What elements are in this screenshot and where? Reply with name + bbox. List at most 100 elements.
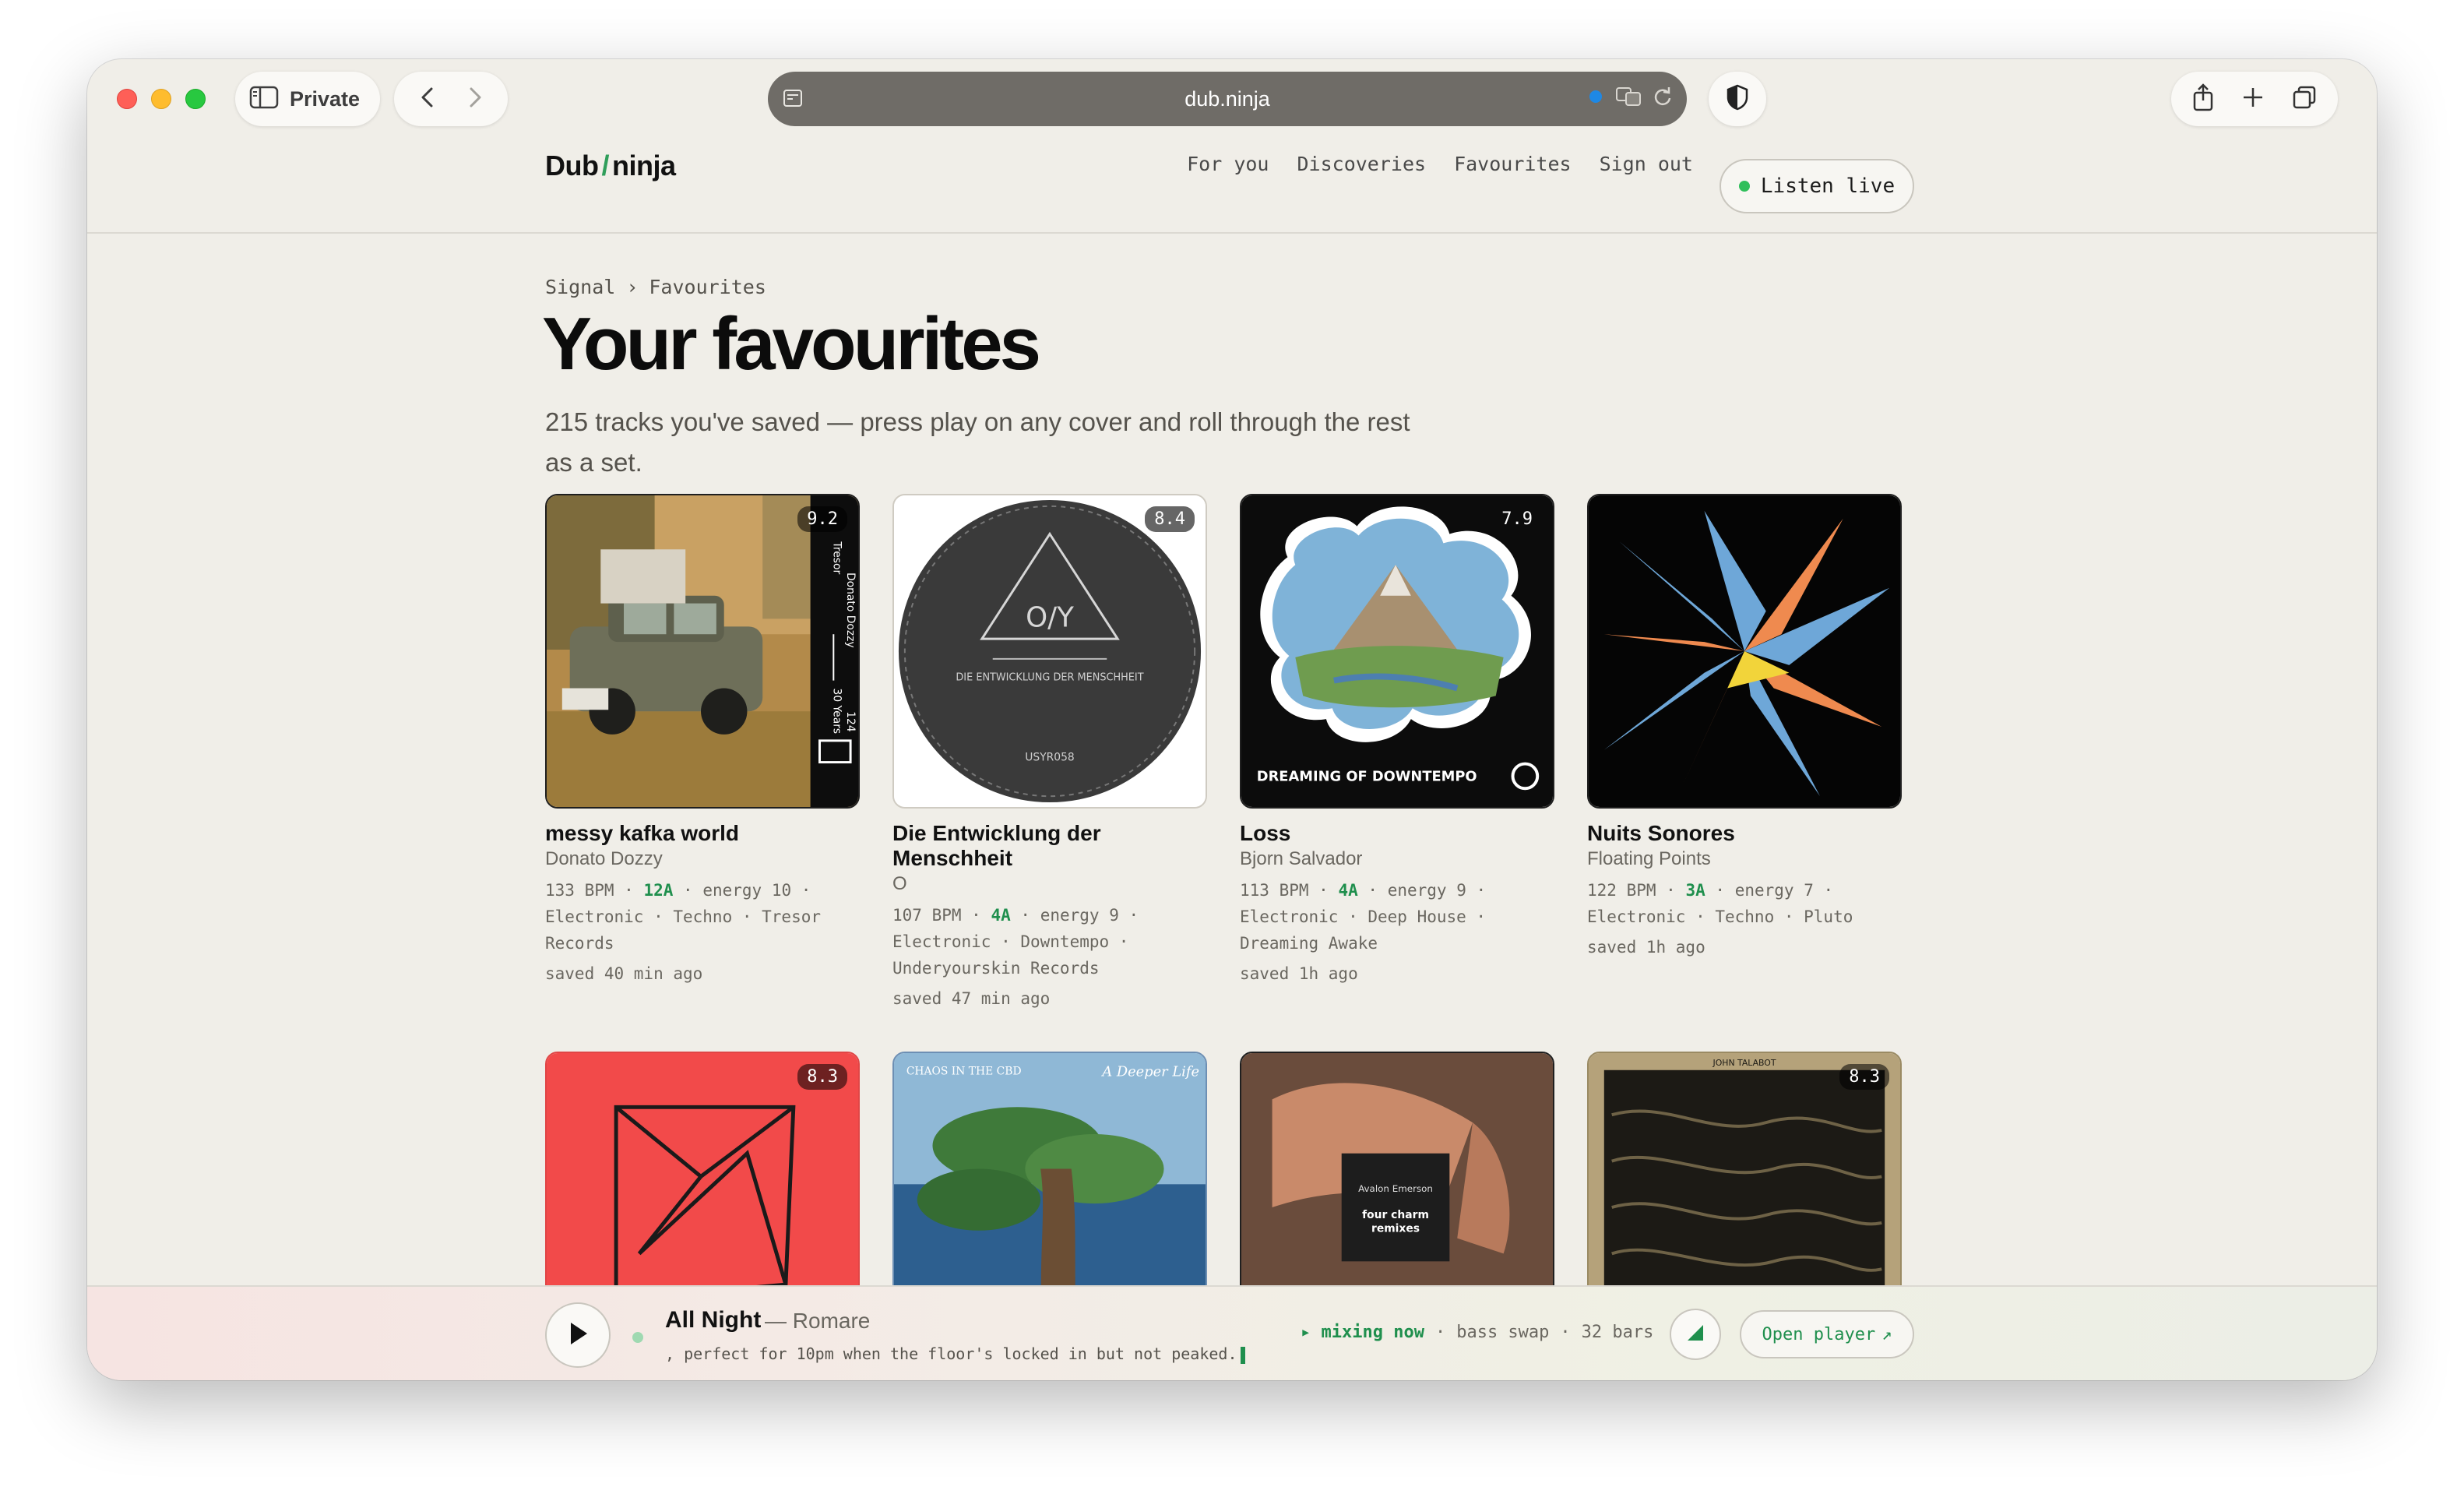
track-artist[interactable]: Floating Points (1587, 847, 1902, 871)
track-bpm: 133 BPM (545, 881, 614, 900)
track-energy: energy 10 (702, 881, 792, 900)
play-button[interactable] (545, 1302, 611, 1368)
logo-word-dub: Dub (545, 150, 599, 181)
svg-text:Donato Dozzy: Donato Dozzy (844, 573, 857, 648)
back-icon[interactable] (419, 86, 436, 113)
address-bar-icons (1587, 86, 1673, 111)
svg-text:A Deeper Life: A Deeper Life (1100, 1064, 1199, 1080)
listen-live-button[interactable]: Listen live (1720, 159, 1914, 213)
track-bpm: 107 BPM (892, 906, 962, 925)
browser-window: Private dub.ninja Dub / ninja For you Di… (87, 59, 2377, 1380)
nav-discoveries[interactable]: Discoveries (1297, 153, 1426, 175)
track-energy: energy 7 (1734, 881, 1814, 900)
track-energy: energy 9 (1387, 881, 1466, 900)
tab-overview-icon[interactable] (2292, 85, 2317, 114)
track-meta: 107 BPM · 4A · energy 9 · Electronic · D… (892, 906, 1139, 978)
signal-icon (1684, 1322, 1706, 1348)
track-title[interactable]: Loss (1240, 821, 1554, 846)
breadcrumb: Signal › Favourites (545, 276, 766, 298)
breadcrumb-signal[interactable]: Signal (545, 276, 615, 298)
track-bpm: 122 BPM (1587, 881, 1656, 900)
track-bpm: 113 BPM (1240, 881, 1309, 900)
mix-separator: · (1560, 1323, 1571, 1342)
track-saved-time: saved 1h ago (1240, 964, 1358, 983)
open-player-label: Open player (1762, 1324, 1876, 1344)
url-text: dub.ninja (1184, 86, 1270, 111)
sidebar-toggle-button[interactable]: Private (235, 72, 380, 126)
track-title[interactable]: Die Entwicklung der Menschheit (892, 821, 1207, 871)
play-icon (566, 1320, 590, 1351)
minimize-window-button[interactable] (151, 89, 171, 109)
now-playing-title[interactable]: All Night (665, 1307, 761, 1334)
track-card[interactable]: DREAMING OF DOWNTEMPO 7.9 Loss Bjorn Sal… (1240, 494, 1554, 983)
main-nav: For you Discoveries Favourites Sign out (1187, 153, 1693, 175)
listen-live-label: Listen live (1760, 174, 1896, 198)
cover-art-vinyl: O/Y DIE ENTWICKLUNG DER MENSCHHEIT USYR0… (894, 495, 1206, 807)
track-card[interactable]: Tresor Donato Dozzy 30 Years 124 9.2 mes… (545, 494, 860, 983)
track-artist[interactable]: O (892, 872, 1207, 896)
site-logo[interactable]: Dub / ninja (545, 150, 676, 182)
private-label: Private (290, 86, 361, 111)
track-genres: Electronic · Techno · Pluto (1587, 907, 1853, 926)
track-key: 4A (1338, 881, 1358, 900)
bass-swap-label: bass swap (1456, 1323, 1550, 1342)
nav-for-you[interactable]: For you (1187, 153, 1269, 175)
album-cover[interactable] (1587, 494, 1902, 809)
nav-favourites[interactable]: Favourites (1454, 153, 1572, 175)
track-meta: 122 BPM · 3A · energy 7 · Electronic · T… (1587, 881, 1853, 926)
shield-icon (1726, 84, 1749, 115)
zoom-window-button[interactable] (185, 89, 206, 109)
album-cover[interactable]: Tresor Donato Dozzy 30 Years 124 9.2 (545, 494, 860, 809)
nav-sign-out[interactable]: Sign out (1600, 153, 1693, 175)
album-cover[interactable]: DREAMING OF DOWNTEMPO 7.9 (1240, 494, 1554, 809)
svg-text:four charm: four charm (1362, 1209, 1429, 1221)
share-icon[interactable] (2192, 83, 2214, 115)
external-link-icon: ↗ (1881, 1324, 1892, 1344)
track-artist[interactable]: Bjorn Salvador (1240, 847, 1554, 871)
reload-icon[interactable] (1653, 86, 1673, 111)
track-title[interactable]: Nuits Sonores (1587, 821, 1902, 846)
svg-text:DREAMING OF DOWNTEMPO: DREAMING OF DOWNTEMPO (1257, 768, 1477, 784)
track-key: 3A (1685, 881, 1705, 900)
track-genres: Electronic · Deep House · Dreaming Awake (1240, 907, 1487, 953)
track-title[interactable]: messy kafka world (545, 821, 860, 846)
track-energy: energy 9 (1040, 906, 1119, 925)
track-genres: Electronic · Downtempo · Underyourskin R… (892, 932, 1129, 978)
track-card[interactable]: Nuits Sonores Floating Points 122 BPM · … (1587, 494, 1902, 957)
cover-art-landscape: DREAMING OF DOWNTEMPO (1241, 495, 1553, 807)
page-title: Your favourites (542, 302, 1041, 386)
privacy-shield-button[interactable] (1709, 72, 1766, 126)
track-artist[interactable]: Donato Dozzy (545, 847, 860, 871)
album-cover[interactable]: O/Y DIE ENTWICKLUNG DER MENSCHHEIT USYR0… (892, 494, 1207, 809)
rating-badge: 8.3 (1839, 1064, 1889, 1090)
rating-badge: 7.9 (1501, 509, 1533, 529)
breadcrumb-separator: › (626, 276, 639, 298)
note-text: , perfect for 10pm when the floor's lock… (665, 1344, 1237, 1363)
sidebar-icon (249, 86, 279, 113)
open-player-button[interactable]: Open player ↗ (1740, 1310, 1914, 1358)
svg-text:DIE ENTWICKLUNG DER MENSCHHEIT: DIE ENTWICKLUNG DER MENSCHHEIT (956, 672, 1143, 684)
mix-separator: · (1434, 1323, 1446, 1342)
svg-text:124: 124 (844, 711, 857, 732)
signal-button[interactable] (1670, 1309, 1721, 1360)
now-playing-artist[interactable]: — Romare (765, 1309, 870, 1334)
now-playing-note: , perfect for 10pm when the floor's lock… (665, 1344, 1245, 1364)
page-menu-icon[interactable] (782, 87, 804, 113)
track-key: 4A (991, 906, 1011, 925)
track-card[interactable]: O/Y DIE ENTWICKLUNG DER MENSCHHEIT USYR0… (892, 494, 1207, 1008)
forward-icon[interactable] (466, 86, 484, 113)
cover-art-starburst (1589, 495, 1900, 807)
playing-indicator-dot (632, 1332, 643, 1343)
track-saved-time: saved 40 min ago (545, 964, 703, 983)
close-window-button[interactable] (117, 89, 137, 109)
translate-icon[interactable] (1615, 86, 1642, 111)
track-meta: 133 BPM · 12A · energy 10 · Electronic ·… (545, 881, 822, 953)
extension-dot-icon[interactable] (1587, 88, 1604, 109)
svg-text:30 Years: 30 Years (830, 689, 843, 735)
new-tab-icon[interactable] (2241, 86, 2265, 113)
rating-badge: 9.2 (797, 506, 847, 532)
now-playing-bar: All Night — Romare , perfect for 10pm wh… (87, 1285, 2377, 1380)
address-bar[interactable]: dub.ninja (768, 72, 1687, 126)
history-nav (394, 72, 508, 126)
browser-actions (2171, 72, 2338, 126)
